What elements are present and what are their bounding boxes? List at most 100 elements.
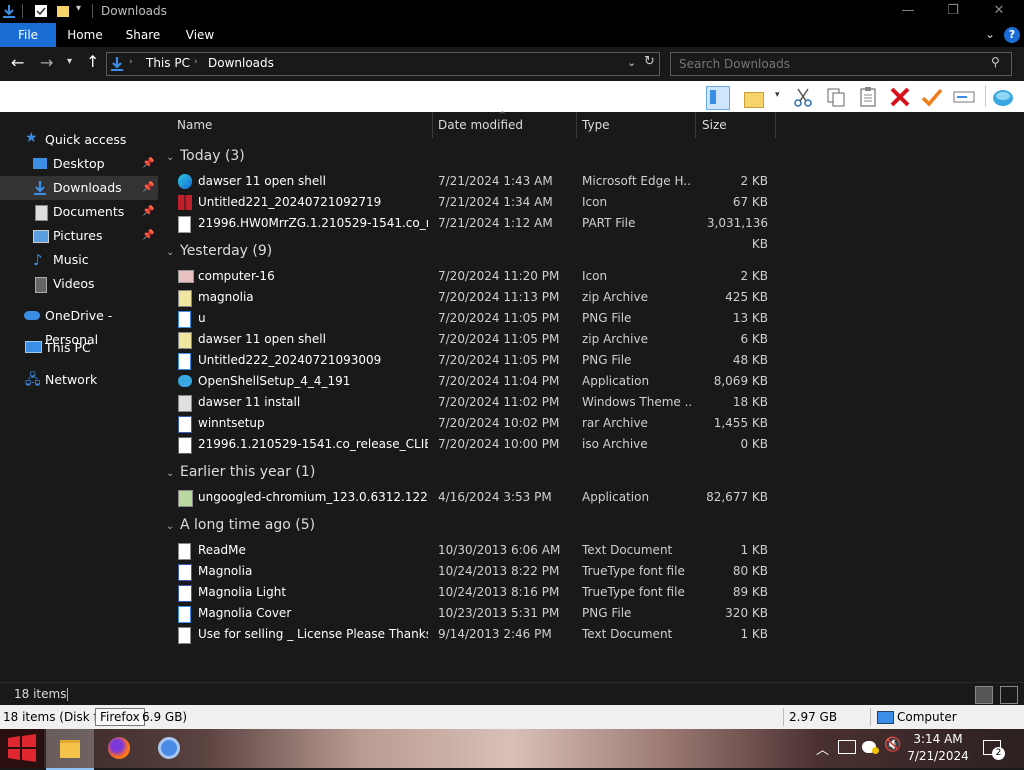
sidebar-item-network[interactable]: 🖧 Network (0, 368, 158, 392)
refresh-icon[interactable]: ↻ (644, 54, 655, 69)
breadcrumb-downloads[interactable]: Downloads (208, 56, 274, 70)
file-type: zip Archive (582, 332, 648, 346)
file-type: zip Archive (582, 290, 648, 304)
preview-pane-icon[interactable] (706, 86, 730, 110)
ribbon-tabs: File Home Share View ⌄ ? (0, 23, 1024, 47)
sidebar-item-downloads[interactable]: Downloads 📌 (0, 176, 158, 200)
new-folder-icon[interactable] (56, 4, 70, 18)
network-icon[interactable] (838, 740, 856, 754)
breadcrumb-chevron-icon[interactable]: › (194, 57, 198, 67)
maximize-button[interactable]: ❐ (938, 2, 968, 20)
close-button[interactable]: ✕ (984, 2, 1014, 20)
pin-icon[interactable]: 📌 (142, 200, 154, 224)
pin-icon[interactable]: 📌 (142, 152, 154, 176)
forward-arrow-icon[interactable]: → (40, 53, 53, 72)
search-box[interactable]: ⚲ (670, 52, 1012, 76)
large-icons-view-icon[interactable] (1000, 686, 1018, 704)
quick-access-toolbar-dropdown-icon[interactable]: ▾ (76, 3, 81, 14)
file-name: Untitled222_20240721093009 (198, 353, 382, 367)
file-type: PNG File (582, 311, 632, 325)
details-view-icon[interactable] (975, 686, 993, 704)
sidebar-item-quick-access[interactable]: ★ Quick access (0, 128, 158, 152)
folder-options-icon[interactable] (742, 86, 764, 108)
tab-share[interactable]: Share (118, 23, 168, 47)
properties-icon[interactable] (34, 4, 48, 18)
search-icon[interactable]: ⚲ (991, 55, 1000, 69)
show-hidden-icons-chevron-icon[interactable]: ︿ (816, 739, 829, 758)
pin-icon[interactable]: 📌 (142, 176, 154, 200)
address-bar[interactable]: › This PC › Downloads ⌄ ↻ (106, 52, 660, 76)
group-header-earlier-this-year[interactable]: ⌄ Earlier this year (1) (166, 461, 315, 483)
cut-icon[interactable] (792, 86, 814, 108)
rename-icon[interactable] (953, 86, 975, 108)
column-header-date[interactable]: Date modified (438, 112, 523, 138)
copy-icon[interactable] (825, 86, 847, 108)
list-item[interactable]: 21996.HW0MrrZG.1.210529-1541.co_relea...… (173, 213, 773, 251)
minimize-button[interactable]: — (893, 2, 923, 20)
column-separator[interactable] (695, 112, 696, 138)
breadcrumb-chevron-icon[interactable]: › (129, 57, 133, 67)
open-shell-icon[interactable] (992, 86, 1014, 108)
sidebar-item-documents[interactable]: Documents 📌 (0, 200, 158, 224)
list-item[interactable]: Untitled222_20240721093009 7/20/2024 11:… (173, 350, 773, 371)
list-item[interactable]: Magnolia 10/24/2013 8:22 PM TrueType fon… (173, 561, 773, 582)
list-item[interactable]: magnolia 7/20/2024 11:13 PM zip Archive … (173, 287, 773, 308)
list-item[interactable]: dawser 11 open shell 7/20/2024 11:05 PM … (173, 329, 773, 350)
list-item[interactable]: Untitled221_20240721092719 7/21/2024 1:3… (173, 192, 773, 213)
list-item[interactable]: Use for selling _ License Please Thanks … (173, 624, 773, 645)
column-separator[interactable] (576, 112, 577, 138)
list-item[interactable]: winntsetup 7/20/2024 10:02 PM rar Archiv… (173, 413, 773, 434)
taskbar-chromium[interactable] (146, 729, 192, 768)
group-header-long-time-ago[interactable]: ⌄ A long time ago (5) (166, 514, 315, 536)
list-item[interactable]: OpenShellSetup_4_4_191 7/20/2024 11:04 P… (173, 371, 773, 392)
start-button[interactable] (0, 729, 44, 768)
download-icon (34, 181, 46, 195)
back-arrow-icon[interactable]: ← (11, 53, 24, 72)
ribbon-expand-chevron-down-icon[interactable]: ⌄ (985, 27, 995, 41)
tab-file[interactable]: File (0, 23, 56, 47)
taskbar-file-explorer[interactable] (46, 729, 94, 770)
column-header-size[interactable]: Size (702, 112, 727, 138)
list-item[interactable]: 21996.1.210529-1541.co_release_CLIENT_..… (173, 434, 773, 455)
pin-icon[interactable]: 📌 (142, 224, 154, 248)
folder-options-dropdown-icon[interactable]: ▾ (775, 90, 780, 100)
list-item[interactable]: Magnolia Light 10/24/2013 8:16 PM TrueTy… (173, 582, 773, 603)
list-item[interactable]: ungoogled-chromium_123.0.6312.122-1.... … (173, 487, 773, 508)
clock-time[interactable]: 3:14 AM (910, 732, 966, 746)
up-arrow-icon[interactable]: ↑ (86, 52, 99, 71)
group-header-today[interactable]: ⌄ Today (3) (166, 145, 245, 167)
taskbar-firefox[interactable] (96, 729, 142, 768)
sidebar-item-desktop[interactable]: Desktop 📌 (0, 152, 158, 176)
file-size: 1 KB (740, 627, 768, 641)
sidebar-item-videos[interactable]: Videos (0, 272, 158, 296)
column-header-name[interactable]: Name (177, 112, 212, 138)
search-input[interactable] (677, 55, 981, 73)
delete-icon[interactable] (889, 86, 911, 108)
group-header-yesterday[interactable]: ⌄ Yesterday (9) (166, 240, 272, 262)
volume-muted-icon[interactable]: 🔇 (884, 737, 901, 753)
address-history-chevron-down-icon[interactable]: ⌄ (627, 56, 636, 69)
sidebar-item-onedrive[interactable]: OneDrive - Personal (0, 304, 158, 347)
list-item[interactable]: dawser 11 open shell 7/21/2024 1:43 AM M… (173, 171, 773, 192)
paste-icon[interactable] (857, 86, 879, 108)
sidebar-item-pictures[interactable]: Pictures 📌 (0, 224, 158, 248)
breadcrumb-this-pc[interactable]: This PC (146, 56, 190, 70)
recent-locations-chevron-down-icon[interactable]: ▾ (67, 56, 72, 67)
column-header-type[interactable]: Type (582, 112, 610, 138)
checkmark-icon[interactable] (921, 86, 943, 108)
column-separator[interactable] (775, 112, 776, 138)
tab-home[interactable]: Home (60, 23, 110, 47)
sidebar-item-music[interactable]: ♪ Music (0, 248, 158, 272)
list-item[interactable]: u 7/20/2024 11:05 PM PNG File 13 KB (173, 308, 773, 329)
list-item[interactable]: computer-16 7/20/2024 11:20 PM Icon 2 KB (173, 266, 773, 287)
list-item[interactable]: dawser 11 install 7/20/2024 11:02 PM Win… (173, 392, 773, 413)
list-item[interactable]: Magnolia Cover 10/23/2013 5:31 PM PNG Fi… (173, 603, 773, 624)
download-arrow-icon[interactable] (2, 4, 16, 18)
help-button[interactable]: ? (1004, 27, 1020, 43)
file-name: Magnolia Cover (198, 606, 292, 620)
list-item[interactable]: ReadMe 10/30/2013 6:06 AM Text Document … (173, 540, 773, 561)
column-separator[interactable] (432, 112, 433, 138)
tab-view[interactable]: View (175, 23, 225, 47)
clock-date[interactable]: 7/21/2024 (906, 749, 970, 763)
sidebar-item-this-pc[interactable]: This PC (0, 336, 158, 360)
